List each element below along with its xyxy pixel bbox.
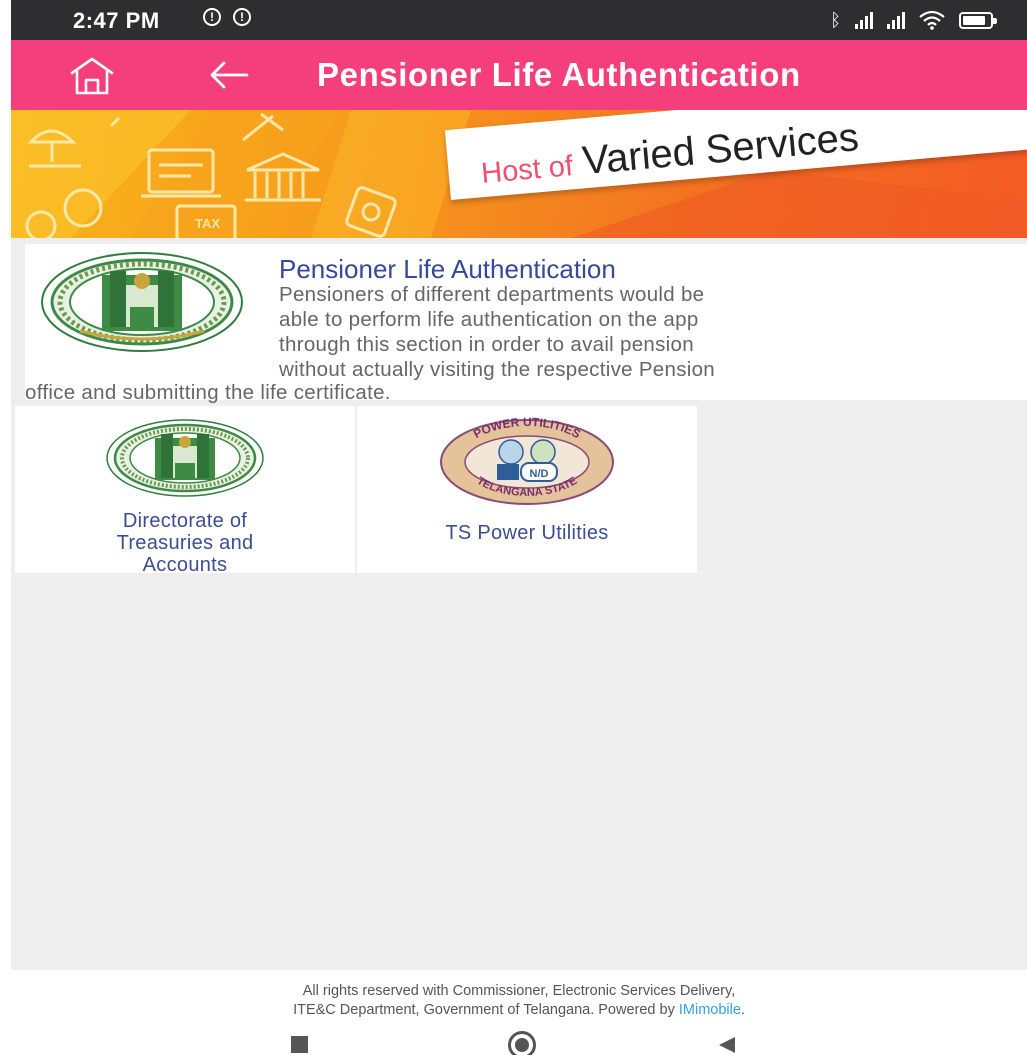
status-bar: 2:47 PM ! ! ᛒ — [11, 0, 1027, 40]
telangana-emblem-icon — [106, 419, 264, 497]
info-card: Pensioner Life Authentication Pensioners… — [25, 244, 1027, 404]
content-area: Pensioner Life Authentication Pensioners… — [11, 238, 1027, 970]
telangana-emblem-icon — [41, 252, 243, 352]
info-desc-line: through this section in order to avail p… — [279, 333, 694, 356]
imimobile-link[interactable]: IMimobile — [679, 1002, 741, 1018]
promo-banner: TAX Host of Varied Services — [11, 110, 1027, 238]
footer-text: . — [740, 1002, 745, 1018]
svg-text:TAX: TAX — [195, 216, 220, 231]
status-alerts: ! ! — [203, 8, 251, 26]
app-bar: Pensioner Life Authentication — [11, 40, 1027, 110]
info-desc-line: without actually visiting the respective… — [279, 358, 716, 381]
back-triangle-icon[interactable] — [719, 1037, 735, 1053]
footer: All rights reserved with Commissioner, E… — [11, 970, 1027, 1020]
signal-icon — [887, 11, 905, 29]
wifi-icon — [919, 10, 945, 30]
department-tile-power-utilities[interactable]: POWER UTILITIES TELANGANA STATE N/D TS P… — [357, 406, 697, 573]
info-desc-line: office and submitting the life certifica… — [25, 381, 391, 404]
tile-label: TS Power Utilities — [445, 522, 609, 544]
system-nav-bar — [11, 1028, 1027, 1055]
home-icon[interactable] — [69, 56, 115, 96]
page-title: Pensioner Life Authentication — [317, 56, 801, 93]
info-desc-line: able to perform life authentication on t… — [279, 308, 699, 331]
alert-icon: ! — [233, 8, 251, 26]
footer-line-2: ITE&C Department, Government of Telangan… — [11, 1001, 1027, 1020]
footer-line-1: All rights reserved with Commissioner, E… — [302, 983, 736, 999]
battery-icon — [959, 11, 997, 29]
tile-label-line: Directorate of — [122, 510, 248, 532]
recents-square-icon[interactable] — [291, 1036, 308, 1053]
phone-screen: 2:47 PM ! ! ᛒ Pensioner Life Authenticat… — [11, 0, 1027, 1055]
department-tile-treasuries[interactable]: Directorate of Treasuries and Accounts — [15, 406, 355, 576]
footer-text: ITE&C Department, Government of Telangan… — [293, 1002, 679, 1018]
tile-label: Directorate of Treasuries and Accounts — [15, 510, 355, 576]
status-indicators: ᛒ — [830, 10, 997, 30]
alert-icon: ! — [203, 8, 221, 26]
home-circle-icon[interactable] — [508, 1031, 536, 1055]
tile-label-line: Accounts — [142, 554, 228, 576]
power-utilities-logo-icon: POWER UTILITIES TELANGANA STATE N/D — [440, 416, 614, 505]
bluetooth-icon: ᛒ — [830, 10, 841, 30]
signal-icon — [855, 11, 873, 29]
tile-label-line: Treasuries and — [116, 532, 254, 554]
logo-badge-text: N/D — [530, 468, 549, 480]
info-card-title: Pensioner Life Authentication — [279, 254, 616, 284]
back-arrow-icon[interactable] — [207, 56, 251, 94]
status-time: 2:47 PM — [73, 8, 160, 33]
info-desc-line: Pensioners of different departments woul… — [279, 283, 705, 306]
banner-host-text: Host of — [479, 150, 575, 191]
